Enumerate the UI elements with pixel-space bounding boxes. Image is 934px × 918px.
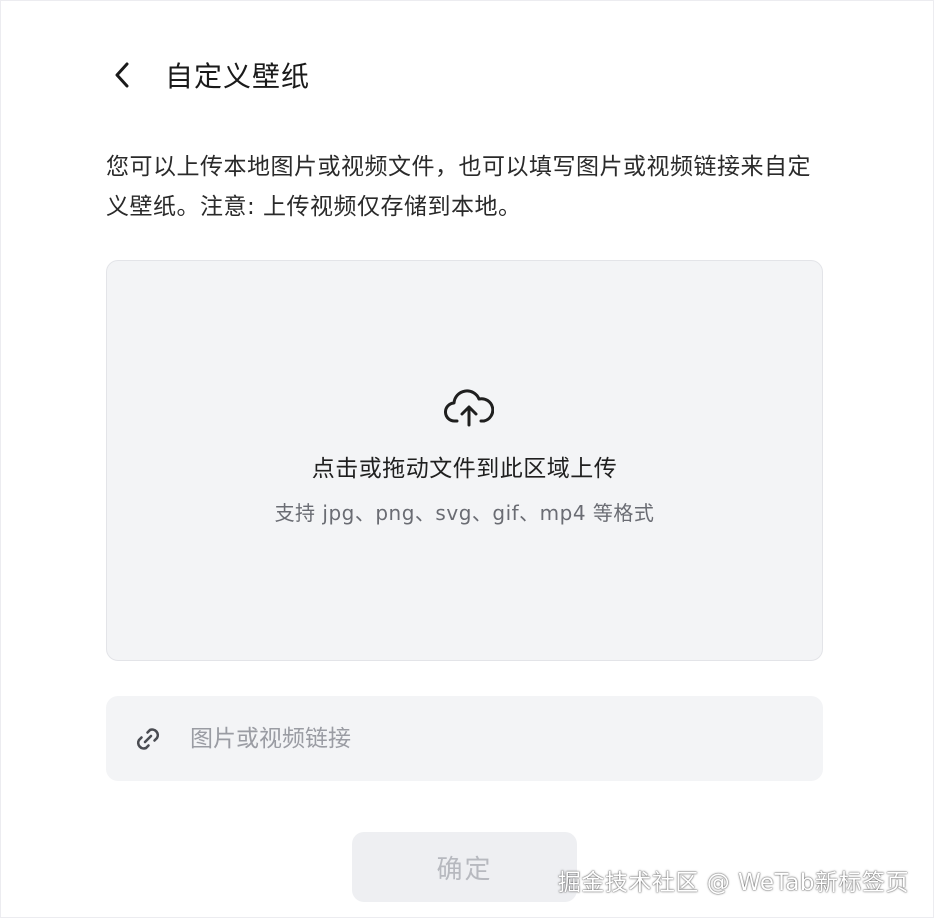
description-text: 您可以上传本地图片或视频文件，也可以填写图片或视频链接来自定义壁纸。注意: 上传… xyxy=(106,154,811,220)
watermark-text: 掘金技术社区 @ WeTab新标签页 xyxy=(557,870,909,896)
url-input[interactable] xyxy=(190,713,823,764)
page-title: 自定义壁纸 xyxy=(165,60,311,93)
upload-dropzone[interactable]: 点击或拖动文件到此区域上传 支持 jpg、png、svg、gif、mp4 等格式 xyxy=(106,260,823,661)
header: 自定义壁纸 xyxy=(109,53,310,97)
link-icon xyxy=(132,723,164,755)
cloud-upload-icon xyxy=(444,389,494,427)
back-button[interactable] xyxy=(109,53,135,97)
upload-format-hint: 支持 jpg、png、svg、gif、mp4 等格式 xyxy=(274,501,655,525)
chevron-left-icon xyxy=(115,62,129,88)
upload-title: 点击或拖动文件到此区域上传 xyxy=(311,456,618,482)
confirm-button[interactable]: 确定 xyxy=(352,832,577,902)
custom-wallpaper-panel: 自定义壁纸 您可以上传本地图片或视频文件，也可以填写图片或视频链接来自定义壁纸。… xyxy=(0,0,934,918)
url-field xyxy=(106,696,823,781)
